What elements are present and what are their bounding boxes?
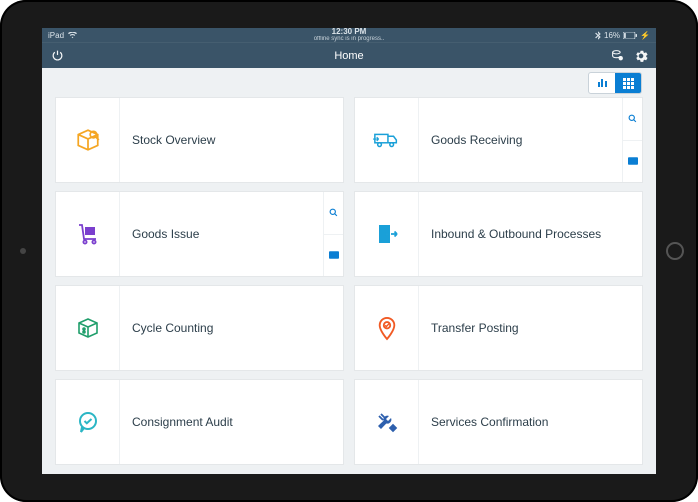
tile-actions — [323, 192, 343, 276]
status-bar: iPad 12:30 PM offline sync is in progres… — [42, 28, 656, 42]
search-icon[interactable] — [324, 192, 343, 234]
view-toggle — [588, 72, 642, 94]
tile-transfer-posting[interactable]: Transfer Posting — [355, 286, 642, 370]
tile-label: Transfer Posting — [419, 286, 642, 370]
camera-dot — [20, 248, 26, 254]
device-label: iPad — [48, 31, 64, 40]
search-icon[interactable] — [623, 98, 642, 140]
page-title: Home — [334, 50, 363, 62]
door-arrow-icon — [355, 192, 419, 276]
tile-label: Services Confirmation — [419, 380, 642, 464]
tile-inbound-outbound[interactable]: Inbound & Outbound Processes — [355, 192, 642, 276]
tile-label: Cycle Counting — [120, 286, 343, 370]
battery-text: 16% — [604, 31, 620, 40]
truck-arrow-icon — [355, 98, 419, 182]
gear-icon[interactable] — [634, 49, 648, 63]
tile-label: Inbound & Outbound Processes — [419, 192, 642, 276]
nav-bar: Home — [42, 42, 656, 68]
tile-cycle-counting[interactable]: Cycle Counting — [56, 286, 343, 370]
scan-icon[interactable] — [623, 140, 642, 183]
status-time: 12:30 PM — [314, 28, 385, 36]
power-icon[interactable] — [50, 49, 64, 63]
view-toolbar — [42, 68, 656, 98]
database-icon[interactable] — [610, 49, 624, 63]
scan-icon[interactable] — [324, 234, 343, 277]
screen: iPad 12:30 PM offline sync is in progres… — [42, 28, 656, 474]
tile-label: Stock Overview — [120, 98, 343, 182]
tile-goods-issue[interactable]: Goods Issue — [56, 192, 343, 276]
box-search-icon — [56, 98, 120, 182]
battery-icon — [623, 32, 637, 39]
wifi-icon — [68, 32, 77, 39]
home-button-hardware[interactable] — [666, 242, 684, 260]
tile-label: Goods Receiving — [419, 98, 622, 182]
grid-view-button[interactable] — [615, 73, 641, 93]
bar-chart-icon — [598, 79, 607, 87]
tile-goods-receiving[interactable]: Goods Receiving — [355, 98, 642, 182]
tile-label: Consignment Audit — [120, 380, 343, 464]
grid-icon — [623, 78, 634, 89]
tile-consignment-audit[interactable]: Consignment Audit — [56, 380, 343, 464]
tablet-frame: iPad 12:30 PM offline sync is in progres… — [0, 0, 698, 502]
tile-grid: Stock Overview Goods Receiving — [42, 98, 656, 474]
tile-actions — [622, 98, 642, 182]
tile-label: Goods Issue — [120, 192, 323, 276]
tools-icon — [355, 380, 419, 464]
charging-icon: ⚡ — [640, 31, 650, 40]
box-count-icon — [56, 286, 120, 370]
tile-stock-overview[interactable]: Stock Overview — [56, 98, 343, 182]
chat-check-icon — [56, 380, 120, 464]
bluetooth-icon — [595, 31, 601, 40]
chart-view-button[interactable] — [589, 73, 615, 93]
trolley-icon — [56, 192, 120, 276]
pin-icon — [355, 286, 419, 370]
tile-services-confirmation[interactable]: Services Confirmation — [355, 380, 642, 464]
